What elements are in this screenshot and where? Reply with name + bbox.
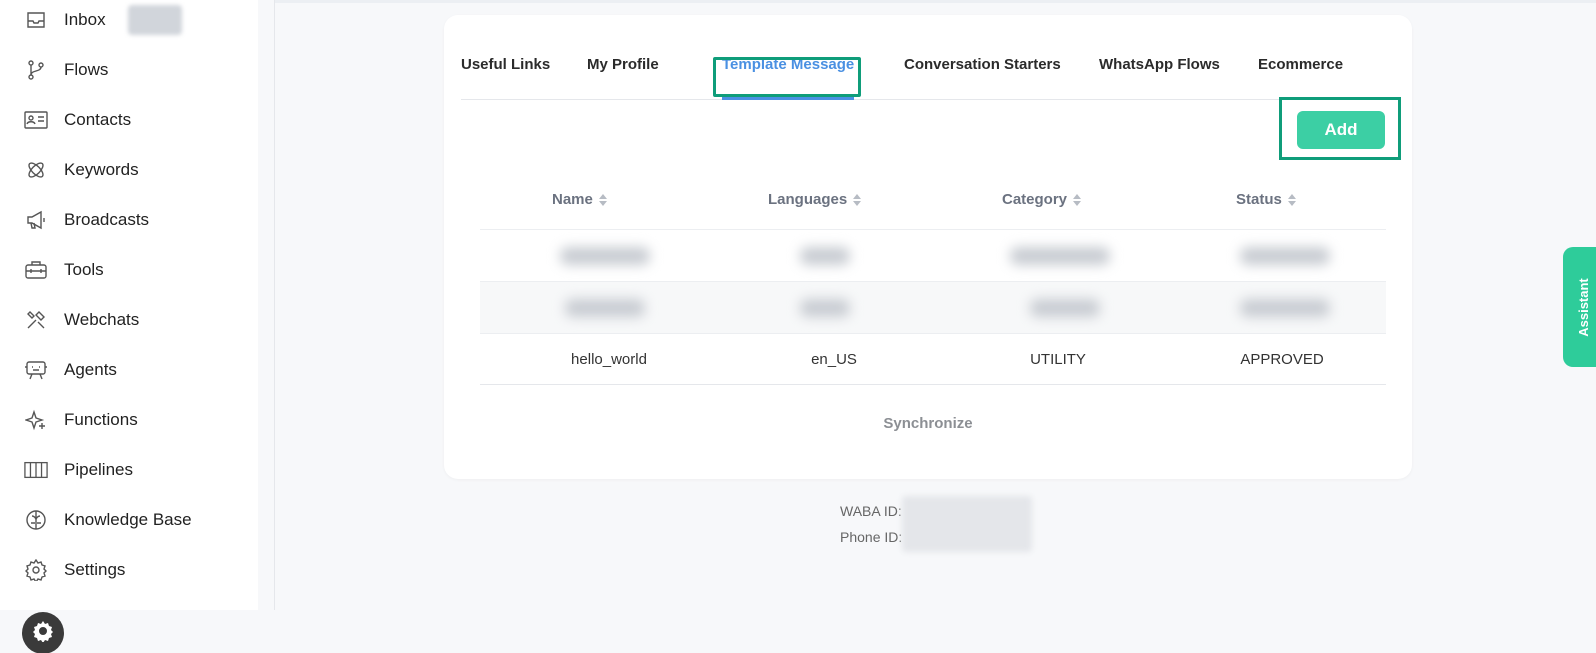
cell-status: APPROVED xyxy=(1240,351,1324,368)
redacted-cell xyxy=(1010,247,1110,265)
tab-conversation-starters[interactable]: Conversation Starters xyxy=(904,56,1061,73)
keywords-icon xyxy=(24,158,48,182)
table-header: Name Languages Category Status xyxy=(480,173,1386,229)
cell-name: hello_world xyxy=(571,351,647,368)
sidebar-item-knowledge-base[interactable]: Knowledge Base xyxy=(24,505,192,535)
top-border xyxy=(275,0,1596,3)
redacted-ids xyxy=(902,496,1032,552)
header-languages[interactable]: Languages xyxy=(768,191,862,208)
sidebar-item-settings[interactable]: Settings xyxy=(24,555,125,585)
waba-id-label: WABA ID: xyxy=(840,503,902,519)
sidebar-item-pipelines[interactable]: Pipelines xyxy=(24,455,133,485)
sidebar-item-label: Flows xyxy=(64,60,109,79)
sidebar-item-label: Contacts xyxy=(64,110,132,129)
sort-icon xyxy=(853,193,862,206)
redacted-cell xyxy=(800,247,850,265)
gear-icon xyxy=(24,558,48,582)
sidebar: Inbox Flows Contacts Keywords Broadcasts… xyxy=(0,0,258,610)
sidebar-item-contacts[interactable]: Contacts xyxy=(24,105,131,135)
phone-id-label: Phone ID: xyxy=(840,529,903,545)
active-tab-indicator xyxy=(722,97,854,100)
sidebar-item-label: Agents xyxy=(64,360,117,379)
sidebar-item-label: Inbox xyxy=(64,10,106,29)
contacts-icon xyxy=(24,108,48,132)
sidebar-item-webchats[interactable]: Webchats xyxy=(24,305,139,335)
tab-ecommerce[interactable]: Ecommerce xyxy=(1258,56,1343,73)
redacted-cell xyxy=(1240,299,1330,317)
header-status[interactable]: Status xyxy=(1236,191,1296,208)
header-label: Languages xyxy=(768,191,848,208)
header-name[interactable]: Name xyxy=(552,191,607,208)
tab-useful-links[interactable]: Useful Links xyxy=(461,56,550,73)
tab-my-profile[interactable]: My Profile xyxy=(587,56,659,73)
pipelines-icon xyxy=(24,458,48,482)
sparkles-icon xyxy=(24,408,48,432)
sort-icon xyxy=(1073,193,1082,206)
sidebar-item-label: Keywords xyxy=(64,160,139,179)
brain-icon xyxy=(24,508,48,532)
cell-category: UTILITY xyxy=(1030,351,1086,368)
cell-language: en_US xyxy=(811,351,857,368)
megaphone-icon xyxy=(24,208,48,232)
tab-template-message[interactable]: Template Message xyxy=(722,56,854,73)
inbox-icon xyxy=(24,8,48,32)
sidebar-item-label: Functions xyxy=(64,410,138,429)
assistant-label: Assistant xyxy=(1575,277,1591,337)
tools-icon xyxy=(24,308,48,332)
settings-fab-button[interactable] xyxy=(22,612,64,653)
header-label: Status xyxy=(1236,191,1282,208)
redacted-cell xyxy=(800,299,850,317)
header-category[interactable]: Category xyxy=(1002,191,1082,208)
sidebar-item-label: Tools xyxy=(64,260,104,279)
sidebar-item-label: Knowledge Base xyxy=(64,510,192,529)
redacted-cell xyxy=(1030,299,1100,317)
header-label: Name xyxy=(552,191,593,208)
sort-icon xyxy=(598,193,607,206)
table-row xyxy=(480,229,1386,281)
agent-icon xyxy=(24,358,48,382)
redacted-cell xyxy=(1240,247,1330,265)
tab-bar: Useful Links My Profile Template Message… xyxy=(461,42,1395,100)
sidebar-item-label: Webchats xyxy=(64,310,140,329)
gear-icon xyxy=(32,620,54,647)
sidebar-divider xyxy=(274,0,275,610)
template-card: Useful Links My Profile Template Message… xyxy=(444,15,1412,479)
add-button[interactable]: Add xyxy=(1297,111,1385,149)
sidebar-item-label: Settings xyxy=(64,560,126,579)
table-row xyxy=(480,281,1386,333)
redacted-cell xyxy=(560,247,650,265)
sidebar-item-broadcasts[interactable]: Broadcasts xyxy=(24,205,149,235)
sidebar-item-label: Broadcasts xyxy=(64,210,150,229)
synchronize-link[interactable]: Synchronize xyxy=(444,415,1412,432)
sidebar-item-flows[interactable]: Flows xyxy=(24,55,108,85)
header-label: Category xyxy=(1002,191,1068,208)
assistant-tab[interactable]: Assistant xyxy=(1563,247,1596,367)
waba-info: WABA ID: Phone ID: xyxy=(840,498,902,550)
toolbox-icon xyxy=(24,258,48,282)
sidebar-item-label: Pipelines xyxy=(64,460,133,479)
sidebar-item-functions[interactable]: Functions xyxy=(24,405,138,435)
sort-icon xyxy=(1287,193,1296,206)
sidebar-item-keywords[interactable]: Keywords xyxy=(24,155,139,185)
redacted-cell xyxy=(565,299,645,317)
inbox-count-badge xyxy=(127,5,182,35)
tab-whatsapp-flows[interactable]: WhatsApp Flows xyxy=(1099,56,1220,73)
table-row: hello_world en_US UTILITY APPROVED xyxy=(480,333,1386,385)
template-table: Name Languages Category Status hello_wor… xyxy=(480,173,1386,385)
sidebar-item-agents[interactable]: Agents xyxy=(24,355,117,385)
flows-icon xyxy=(24,58,48,82)
sidebar-item-inbox[interactable]: Inbox xyxy=(24,5,182,35)
sidebar-item-tools[interactable]: Tools xyxy=(24,255,104,285)
